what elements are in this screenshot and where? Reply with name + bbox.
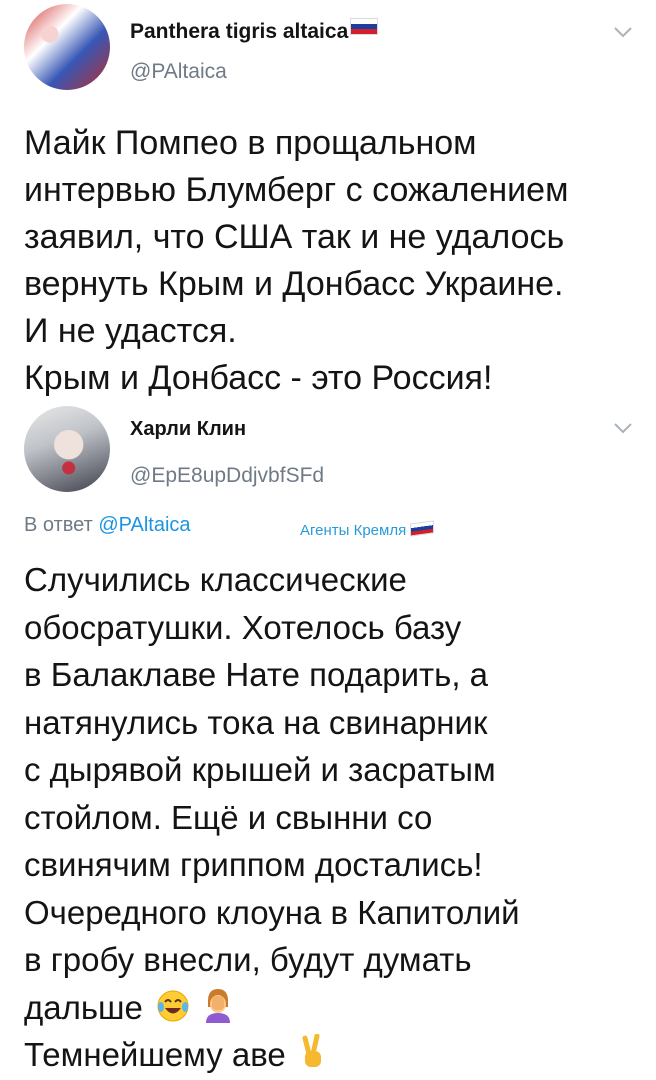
tweet-text: Случились классические обосратушки. Хоте… bbox=[24, 556, 642, 1079]
russia-flag-icon bbox=[350, 18, 379, 35]
tears-of-joy-emoji bbox=[157, 990, 189, 1021]
tweet-line-with-emoji: дальше bbox=[24, 984, 642, 1032]
avatar-panthera[interactable] bbox=[24, 4, 110, 90]
tweet-line: заявил, что США так и не удалось bbox=[24, 218, 565, 256]
tweet-line: Очередного клоуна в Капитолий bbox=[24, 893, 520, 931]
tweet-reply: Харли Клин @EpE8upDdjvbfSFd В ответ @PAl… bbox=[0, 398, 656, 1080]
tweet-line: натянулись тока на свинарник bbox=[24, 703, 488, 741]
reply-handle-link[interactable]: @PAltaica bbox=[98, 514, 190, 536]
author-handle[interactable]: @PAltaica bbox=[130, 60, 227, 84]
tweet-line: свинячим гриппом достались! bbox=[24, 846, 483, 883]
watermark-tag: Агенты Кремля bbox=[300, 520, 435, 539]
tweet-line: обосратушки. Хотелось базу bbox=[24, 608, 462, 646]
tweet-line: интервью Блумберг с сожалением bbox=[24, 171, 569, 209]
author-handle[interactable]: @EpE8upDdjvbfSFd bbox=[130, 464, 324, 488]
tweet-line: вернуть Крым и Донбасс Украине. bbox=[24, 265, 564, 303]
tweet-line: в гробу внесли, будут думать bbox=[24, 941, 472, 978]
author-name[interactable]: Panthera tigris altaica bbox=[130, 18, 379, 44]
tweet-line: стойлом. Ещё и свынни со bbox=[24, 798, 433, 836]
avatar-harli[interactable] bbox=[24, 406, 110, 492]
russia-flag-icon bbox=[410, 520, 435, 537]
author-name[interactable]: Харли Клин bbox=[130, 418, 246, 441]
chevron-down-icon[interactable] bbox=[612, 24, 634, 40]
tweet-text: Майк Помпео в прощальном интервью Блумбе… bbox=[24, 120, 642, 402]
reply-context: В ответ @PAltaica bbox=[24, 514, 191, 536]
tweet-original: Panthera tigris altaica @PAltaica Майк П… bbox=[0, 0, 656, 398]
tweet-line: в Балаклаве Нате подарить, а bbox=[24, 656, 489, 693]
tweet-line: с дырявой крышей и засратым bbox=[24, 751, 496, 788]
tweet-line: Майк Помпео в прощальном bbox=[24, 124, 477, 162]
tweet-line: Случились классические bbox=[24, 561, 407, 598]
chevron-down-icon[interactable] bbox=[612, 420, 634, 436]
tweet-line: Крым и Донбасс - это Россия! bbox=[24, 359, 493, 397]
tweet-line: И не удастся. bbox=[24, 312, 237, 350]
facepalm-emoji bbox=[206, 988, 231, 1023]
victory-hand-emoji bbox=[302, 1034, 321, 1067]
tweet-line-with-emoji: Темнейшему аве bbox=[24, 1031, 642, 1079]
